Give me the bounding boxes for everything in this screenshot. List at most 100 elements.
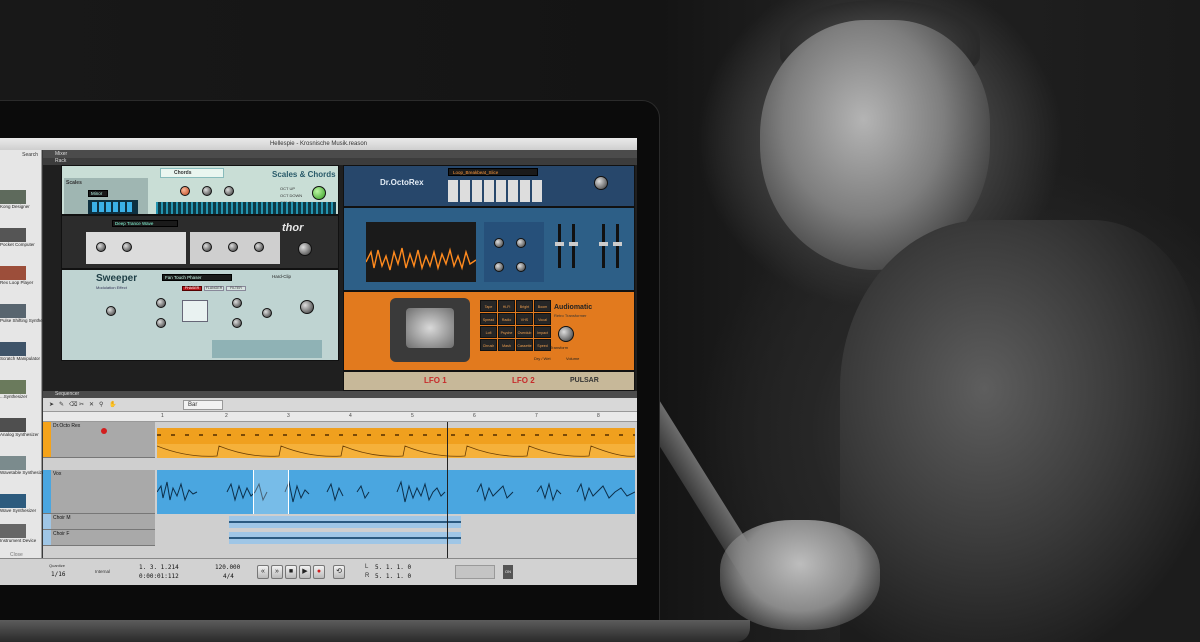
browser-item[interactable]: Kong Designer bbox=[0, 190, 40, 210]
browser-item[interactable]: Wavetable Synthesizer bbox=[0, 456, 46, 476]
audiomatic-preset-button[interactable]: Hi-Fi bbox=[498, 300, 515, 312]
midi-clip[interactable] bbox=[157, 428, 635, 444]
selected-audio-segment[interactable] bbox=[253, 470, 289, 514]
razor-tool-icon[interactable]: ✂ bbox=[79, 401, 84, 408]
audiomatic-preset-button[interactable]: Boom bbox=[534, 300, 551, 312]
sweeper-knob[interactable] bbox=[232, 298, 242, 308]
thor-knob[interactable] bbox=[96, 242, 106, 252]
sync-mode-select[interactable]: Internal bbox=[95, 569, 110, 574]
sweeper-knob[interactable] bbox=[106, 306, 116, 316]
chords-tab[interactable] bbox=[160, 168, 224, 178]
scale-key-display[interactable]: Minor bbox=[88, 190, 108, 197]
browser-item[interactable]: Instrument Device bbox=[0, 524, 40, 544]
sweeper-knob[interactable] bbox=[156, 298, 166, 308]
browser-item[interactable]: ...Synthesizer bbox=[0, 380, 40, 400]
sequencer-header[interactable]: Sequencer bbox=[43, 391, 637, 398]
fast-forward-button[interactable]: » bbox=[271, 565, 283, 579]
audio-clip[interactable] bbox=[229, 532, 461, 544]
oct-up-button[interactable]: OCT UP bbox=[280, 186, 295, 191]
audiomatic-preset-button[interactable]: Mash bbox=[498, 339, 515, 351]
audiomatic-preset-button[interactable]: Chrush bbox=[480, 339, 497, 351]
filter-button[interactable]: FILTER bbox=[226, 286, 246, 291]
octorex-fader[interactable] bbox=[555, 224, 564, 268]
thor-knob[interactable] bbox=[228, 242, 238, 252]
phaser-button[interactable]: PHASER bbox=[182, 286, 202, 291]
sweeper-knob[interactable] bbox=[232, 318, 242, 328]
record-enable-button[interactable] bbox=[101, 428, 107, 434]
alter-knob[interactable] bbox=[312, 186, 326, 200]
click-on-button[interactable]: ON bbox=[503, 565, 513, 579]
audiomatic-preset-button[interactable]: Overdub bbox=[516, 326, 533, 338]
browser-item[interactable]: Analog Synthesizer bbox=[0, 418, 40, 438]
octorex-fader[interactable] bbox=[599, 224, 608, 268]
audiomatic-preset-button[interactable]: Speed bbox=[534, 339, 551, 351]
octorex-slot-buttons[interactable] bbox=[448, 180, 544, 202]
rack-header[interactable]: Rack bbox=[43, 158, 637, 165]
octorex-knob[interactable] bbox=[494, 238, 504, 248]
loop-left-position[interactable]: 5. 1. 1. 0 bbox=[375, 564, 411, 571]
transform-knob[interactable] bbox=[558, 326, 574, 342]
chords-knob[interactable] bbox=[180, 186, 190, 196]
audiomatic-preset-button[interactable]: Spread bbox=[480, 313, 497, 325]
octorex-fader[interactable] bbox=[613, 224, 622, 268]
track-header[interactable]: Choir M bbox=[43, 514, 155, 530]
oct-down-button[interactable]: OCT DOWN bbox=[280, 193, 302, 198]
mute-tool-icon[interactable]: ✕ bbox=[89, 401, 94, 408]
loop-right-position[interactable]: 5. 1. 1. 0 bbox=[375, 573, 411, 580]
chords-knob[interactable] bbox=[202, 186, 212, 196]
hand-tool-icon[interactable]: ✋ bbox=[109, 401, 116, 408]
browser-item[interactable]: Pulse Shifting Synthesizer bbox=[0, 304, 52, 324]
sequencer-ruler[interactable]: 1 2 3 4 5 6 7 8 bbox=[43, 412, 637, 422]
loop-button[interactable]: ⟲ bbox=[333, 565, 345, 579]
mixer-header[interactable]: Mixer bbox=[43, 150, 637, 158]
magnify-tool-icon[interactable]: ⚲ bbox=[99, 401, 103, 408]
thor-knob[interactable] bbox=[122, 242, 132, 252]
song-position-time[interactable]: 0:00:01:112 bbox=[139, 573, 179, 580]
pencil-tool-icon[interactable]: ✎ bbox=[59, 401, 64, 408]
sweeper-knob[interactable] bbox=[300, 300, 314, 314]
octorex-volume-knob[interactable] bbox=[594, 176, 608, 190]
octorex-fader[interactable] bbox=[569, 224, 578, 268]
play-button[interactable]: ▶ bbox=[299, 565, 311, 579]
octorex-loop-display[interactable]: Loop_Breakbeat_Slice bbox=[448, 168, 538, 176]
stop-button[interactable]: ■ bbox=[285, 565, 297, 579]
audio-clip[interactable] bbox=[229, 516, 461, 528]
thor-knob[interactable] bbox=[254, 242, 264, 252]
browser-item[interactable]: Wave Synthesizer bbox=[0, 494, 40, 514]
select-tool-icon[interactable]: ➤ bbox=[49, 401, 54, 408]
audiomatic-preset-button[interactable]: Lofi bbox=[480, 326, 497, 338]
browser-item[interactable]: Scratch Manipulator bbox=[0, 342, 40, 362]
flanger-button[interactable]: FLANGER bbox=[204, 286, 224, 291]
track-header[interactable]: Vox bbox=[43, 470, 155, 514]
thor-master-volume-knob[interactable] bbox=[298, 242, 312, 256]
octorex-knob[interactable] bbox=[516, 262, 526, 272]
quantize-value[interactable]: 1/16 bbox=[51, 571, 65, 578]
audiomatic-preset-button[interactable]: Psyche bbox=[498, 326, 515, 338]
thor-knob[interactable] bbox=[202, 242, 212, 252]
record-button[interactable]: ● bbox=[313, 565, 325, 579]
track-header[interactable]: Choir F bbox=[43, 530, 155, 546]
octorex-knob[interactable] bbox=[494, 262, 504, 272]
rewind-button[interactable]: « bbox=[257, 565, 269, 579]
time-signature-display[interactable]: 4/4 bbox=[223, 573, 234, 580]
audiomatic-preset-button[interactable]: Vocal bbox=[534, 313, 551, 325]
browser-search-label[interactable]: Search bbox=[22, 152, 38, 158]
audiomatic-preset-button[interactable]: Radio bbox=[498, 313, 515, 325]
sweeper-knob[interactable] bbox=[262, 308, 272, 318]
thor-patch-display[interactable]: Deep Trance Wave bbox=[112, 220, 178, 227]
audiomatic-preset-button[interactable]: Cassette bbox=[516, 339, 533, 351]
sweeper-knob[interactable] bbox=[156, 318, 166, 328]
audiomatic-preset-button[interactable]: Bright bbox=[516, 300, 533, 312]
chords-knob[interactable] bbox=[224, 186, 234, 196]
browser-item[interactable]: Pocket Computer bbox=[0, 228, 40, 248]
automation-clip[interactable] bbox=[157, 444, 635, 458]
track-header[interactable]: Dr.Octo Rex bbox=[43, 422, 155, 458]
audio-clip[interactable] bbox=[157, 470, 635, 514]
audiomatic-preset-button[interactable]: Tape bbox=[480, 300, 497, 312]
browser-item[interactable]: Rex Loop Player bbox=[0, 266, 40, 286]
playhead[interactable] bbox=[447, 422, 448, 558]
audiomatic-preset-button[interactable]: Impact bbox=[534, 326, 551, 338]
tempo-display[interactable]: 120.000 bbox=[215, 564, 240, 571]
snap-select[interactable]: Bar bbox=[183, 400, 223, 410]
song-position-bars[interactable]: 1. 3. 1.214 bbox=[139, 564, 179, 571]
